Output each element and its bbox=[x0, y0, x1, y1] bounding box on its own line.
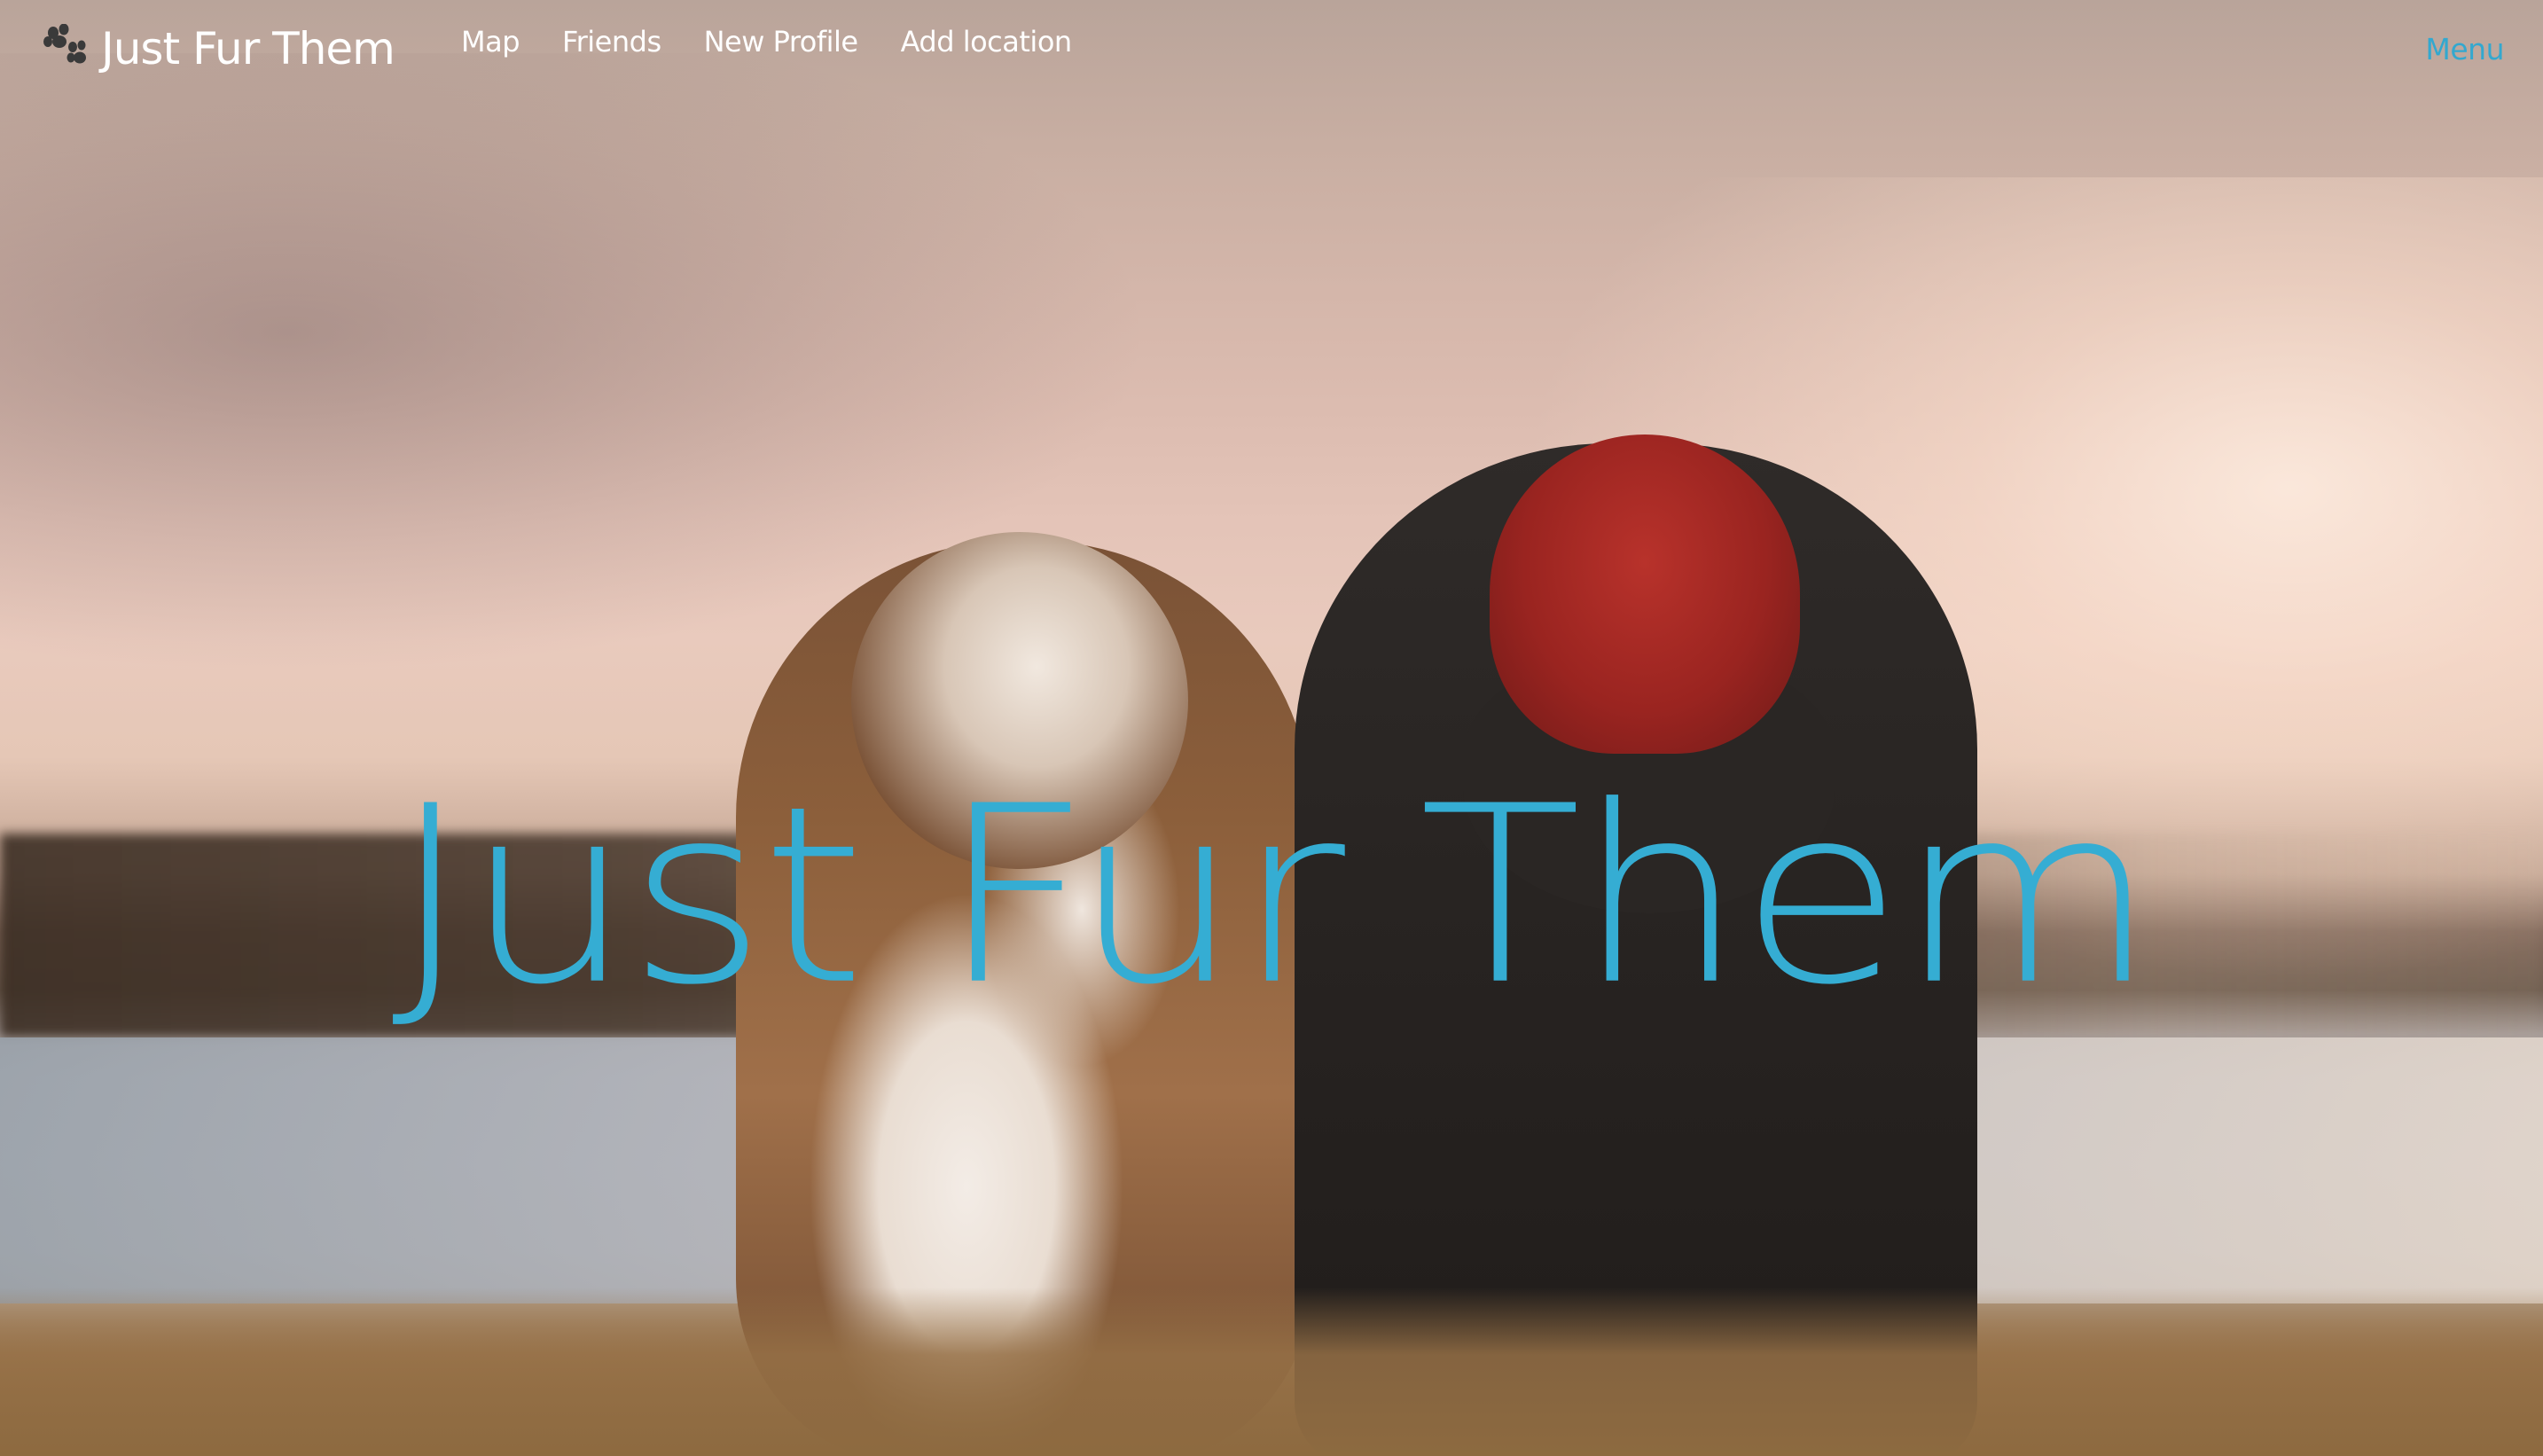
hero-title: Just Fur Them bbox=[391, 754, 2156, 1039]
brand-link[interactable]: Just Fur Them bbox=[43, 18, 395, 80]
nav-links: Map Friends New Profile Add location bbox=[461, 25, 1072, 59]
menu-button[interactable]: Menu bbox=[2425, 32, 2504, 67]
nav-link-new-profile[interactable]: New Profile bbox=[704, 25, 858, 59]
paw-icon bbox=[43, 23, 92, 74]
nav-link-map[interactable]: Map bbox=[461, 25, 520, 59]
grass bbox=[0, 1288, 2543, 1456]
nav-link-add-location[interactable]: Add location bbox=[901, 25, 1073, 59]
nav-link-friends[interactable]: Friends bbox=[562, 25, 661, 59]
woman-hair bbox=[1490, 434, 1800, 754]
top-navbar: Just Fur Them Map Friends New Profile Ad… bbox=[0, 0, 2543, 98]
brand-name: Just Fur Them bbox=[101, 23, 395, 74]
hero-section: Just Fur Them Map Friends New Profile Ad… bbox=[0, 0, 2543, 1456]
